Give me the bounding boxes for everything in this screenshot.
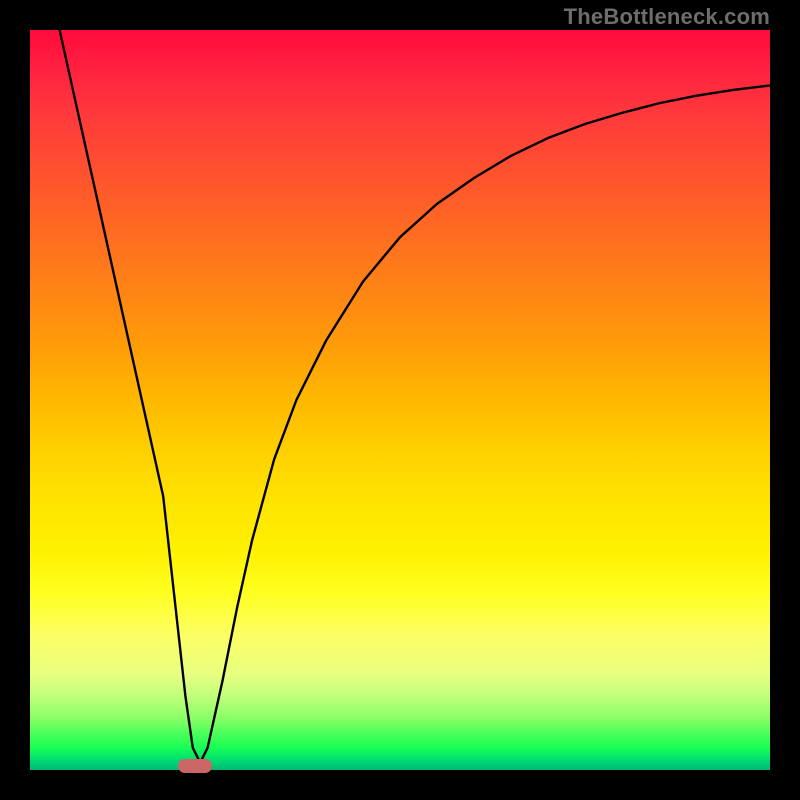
- plot-area: [30, 30, 770, 770]
- minimum-marker: [178, 759, 212, 773]
- chart-frame: TheBottleneck.com: [0, 0, 800, 800]
- curve-path: [60, 30, 770, 763]
- watermark-text: TheBottleneck.com: [564, 4, 770, 30]
- bottleneck-curve: [30, 30, 770, 770]
